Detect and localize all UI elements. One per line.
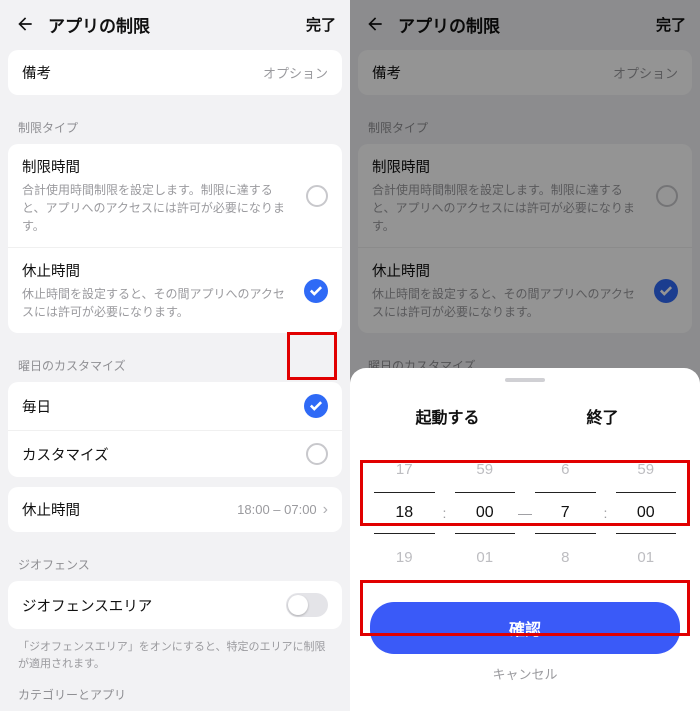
section-days-label: 曜日のカスタマイズ	[0, 343, 350, 382]
days-every-label: 毎日	[22, 396, 294, 417]
check-icon[interactable]	[304, 279, 328, 303]
confirm-button[interactable]: 確認	[370, 602, 680, 654]
end-label: 終了	[525, 404, 680, 428]
check-icon[interactable]	[304, 394, 328, 418]
limit-time-desc: 合計使用時間制限を設定します。制限に達すると、アプリへのアクセスには許可が必要に…	[22, 181, 296, 235]
back-icon[interactable]	[14, 13, 36, 35]
limit-time-title: 制限時間	[22, 156, 296, 177]
radio-unselected-icon[interactable]	[306, 185, 328, 207]
days-every-option[interactable]: 毎日	[8, 382, 342, 431]
start-hour-column[interactable]: 17 18 19	[374, 446, 435, 580]
radio-unselected-icon[interactable]	[306, 443, 328, 465]
section-type-label: 制限タイプ	[0, 105, 350, 144]
memo-label: 備考	[22, 62, 263, 83]
downtime-range-row[interactable]: 休止時間 18:00 – 07:00 ›	[8, 487, 342, 532]
settings-screen-modal: アプリの制限 完了 備考 オプション 制限タイプ 制限時間 合計使用時間制限を設…	[350, 0, 700, 711]
geo-toggle[interactable]	[286, 593, 328, 617]
time-picker-sheet: 起動する 終了 17 18 19 : 59 00 01 — 6 7 8 :	[350, 368, 700, 711]
section-apps-label: カテゴリーとアプリ	[0, 684, 350, 711]
header: アプリの制限 完了	[0, 0, 350, 48]
end-hour-column[interactable]: 6 7 8	[535, 446, 596, 580]
done-button[interactable]: 完了	[306, 14, 336, 35]
cancel-button[interactable]: キャンセル	[350, 664, 700, 683]
settings-screen: アプリの制限 完了 備考 オプション 制限タイプ 制限時間 合計使用時間制限を設…	[0, 0, 350, 711]
time-picker[interactable]: 17 18 19 : 59 00 01 — 6 7 8 : 59 00 01	[350, 446, 700, 580]
downtime-option[interactable]: 休止時間 休止時間を設定すると、その間アプリへのアクセスには許可が必要になります…	[8, 248, 342, 333]
page-title: アプリの制限	[48, 12, 306, 37]
geo-row[interactable]: ジオフェンスエリア	[8, 581, 342, 629]
end-minute-column[interactable]: 59 00 01	[616, 446, 677, 580]
section-geo-label: ジオフェンス	[0, 542, 350, 581]
downtime-range-value: 18:00 – 07:00	[237, 502, 317, 517]
geo-help-text: 「ジオフェンスエリア」をオンにすると、特定のエリアに制限が適用されます。	[0, 639, 350, 684]
downtime-desc: 休止時間を設定すると、その間アプリへのアクセスには許可が必要になります。	[22, 285, 294, 321]
geo-label: ジオフェンスエリア	[22, 595, 286, 616]
days-custom-label: カスタマイズ	[22, 444, 296, 465]
downtime-title: 休止時間	[22, 260, 294, 281]
sheet-handle[interactable]	[505, 378, 545, 382]
start-label: 起動する	[370, 404, 525, 428]
start-minute-column[interactable]: 59 00 01	[455, 446, 516, 580]
memo-row[interactable]: 備考 オプション	[8, 50, 342, 95]
memo-hint: オプション	[263, 63, 328, 82]
downtime-range-label: 休止時間	[22, 499, 237, 520]
chevron-right-icon: ›	[323, 501, 328, 519]
days-custom-option[interactable]: カスタマイズ	[8, 431, 342, 477]
limit-time-option[interactable]: 制限時間 合計使用時間制限を設定します。制限に達すると、アプリへのアクセスには許…	[8, 144, 342, 248]
